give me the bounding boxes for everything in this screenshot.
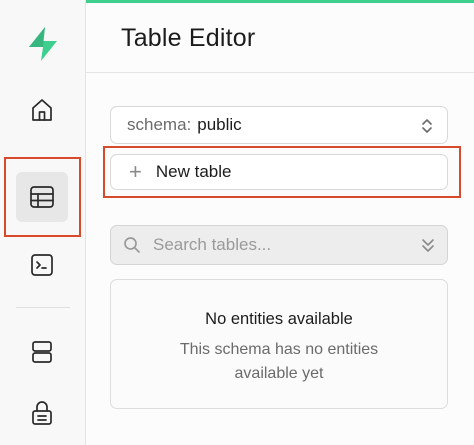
active-item-highlight [4,157,81,237]
empty-state-subtitle: This schema has no entities available ye… [179,341,379,382]
double-chevron-down-icon[interactable] [421,236,435,254]
database-icon [32,341,52,363]
sidebar-item-home[interactable] [16,85,68,135]
plus-icon: + [129,159,142,184]
search-input[interactable] [151,234,405,256]
search-icon [124,237,140,253]
page-header: Table Editor [86,0,474,73]
empty-state-title: No entities available [205,310,353,328]
schema-label: schema: [127,115,192,134]
new-table-label: New table [155,162,232,181]
schema-selector[interactable]: schema: public [110,106,448,144]
sidebar-item-sql-editor[interactable] [16,240,68,290]
empty-state-card: No entities available This schema has no… [110,279,448,409]
sidebar-item-database[interactable] [16,327,68,377]
schema-value: public [197,115,242,134]
sidebar [0,0,86,445]
new-table-button[interactable]: + New table [110,154,448,190]
terminal-icon [31,254,53,276]
home-icon [32,99,52,121]
lock-icon [32,401,52,425]
sidebar-item-auth[interactable] [16,388,68,438]
search-tables[interactable] [110,225,448,265]
chevron-up-down-icon [422,119,432,133]
sidebar-divider [16,307,70,308]
page-title: Table Editor [121,24,256,52]
supabase-logo[interactable] [26,26,60,62]
